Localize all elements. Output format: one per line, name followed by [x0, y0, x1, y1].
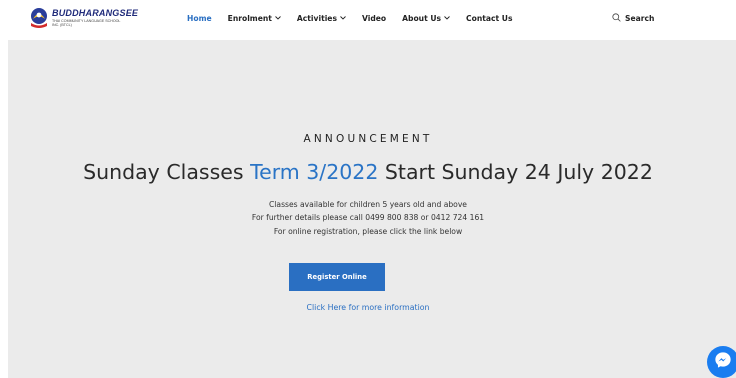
search-label: Search: [625, 14, 655, 23]
nav-item-activities[interactable]: Activities: [297, 14, 346, 23]
logo-text: BUDDHARANGSEE THAI COMMUNITY LANGUAGE SC…: [52, 7, 139, 28]
headline-text: Start Sunday 24 July 2022: [378, 160, 653, 184]
nav-item-enrolment[interactable]: Enrolment: [228, 14, 281, 23]
main-nav: Home Enrolment Activities Video About Us…: [187, 14, 528, 23]
headline-text: Sunday Classes: [83, 160, 251, 184]
announcement-headline: Sunday Classes Term 3/2022 Start Sunday …: [0, 160, 736, 184]
register-online-button[interactable]: Register Online: [289, 263, 385, 291]
nav-item-home[interactable]: Home: [187, 14, 212, 23]
site-header: BUDDHARANGSEE THAI COMMUNITY LANGUAGE SC…: [0, 0, 736, 40]
messenger-chat-button[interactable]: [707, 346, 736, 378]
nav-item-label: Home: [187, 14, 212, 23]
chevron-down-icon: [275, 15, 281, 22]
nav-item-label: Enrolment: [227, 14, 272, 23]
details-line: For online registration, please click th…: [273, 226, 463, 236]
nav-item-about-us[interactable]: About Us: [402, 14, 450, 23]
messenger-icon: [714, 351, 732, 373]
headline-term-highlight: Term 3/2022: [250, 160, 379, 184]
site-logo[interactable]: BUDDHARANGSEE THAI COMMUNITY LANGUAGE SC…: [30, 7, 138, 29]
announcement-eyebrow: ANNOUNCEMENT: [303, 133, 433, 145]
details-line: For further details please call 0499 800…: [251, 213, 485, 223]
nav-item-label: About Us: [402, 14, 442, 23]
announcement-details: Classes available for children 5 years o…: [0, 198, 736, 238]
nav-item-contact-us[interactable]: Contact Us: [466, 14, 512, 23]
logo-subtitle: THAI COMMUNITY LANGUAGE SCHOOL INC. (BTC…: [52, 18, 121, 27]
chevron-down-icon: [340, 15, 346, 22]
details-line: Classes available for children 5 years o…: [269, 200, 467, 209]
nav-item-label: Video: [361, 14, 387, 23]
nav-item-label: Activities: [296, 14, 337, 23]
nav-item-label: Contact Us: [466, 14, 513, 23]
logo-emblem-icon: [30, 7, 48, 29]
search-icon: [612, 13, 625, 24]
chevron-down-icon: [444, 15, 450, 22]
search-button[interactable]: Search: [612, 13, 654, 24]
more-information-link[interactable]: Click Here for more information: [0, 303, 736, 312]
logo-name: BUDDHARANGSEE: [52, 7, 139, 18]
nav-item-video[interactable]: Video: [362, 14, 386, 23]
